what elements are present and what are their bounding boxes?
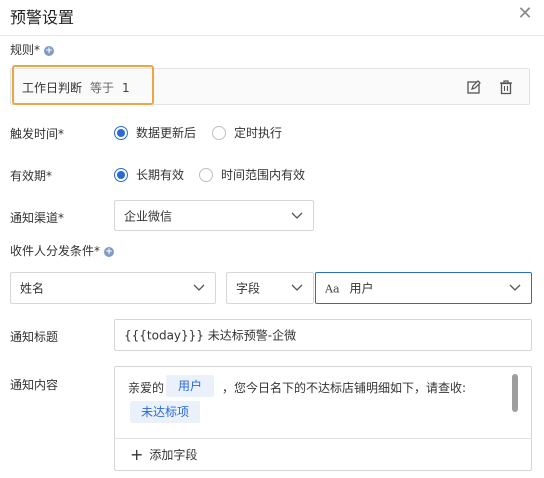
notify-content-label: 通知内容 [10, 378, 59, 392]
radio-validity-long-term[interactable]: 长期有效 [114, 166, 184, 183]
notify-title-value: {{{today}}} 未达标预警-企微 [124, 328, 297, 343]
channel-label: 通知渠道* [10, 211, 65, 225]
rule-condition: 工作日判断 等于 1 [22, 79, 130, 96]
close-icon[interactable]: ✕ [517, 5, 533, 23]
radio-unselected-icon [212, 125, 226, 140]
recipient-field-select[interactable]: 姓名 [10, 272, 216, 304]
content-body: ，您今日名下的不达标店铺明细如下，请查收: [222, 381, 467, 395]
notify-title-label: 通知标题 [10, 330, 59, 344]
trash-icon[interactable] [498, 79, 514, 95]
trigger-label: 触发时间* [10, 127, 65, 141]
channel-select[interactable]: 企业微信 [114, 200, 314, 231]
rules-label: 规则* [10, 43, 41, 57]
recipient-field-value: 姓名 [20, 281, 45, 296]
content-scrollbar[interactable] [512, 374, 518, 412]
chevron-down-icon [509, 284, 521, 291]
user-field-tag[interactable]: 用户 [166, 375, 214, 397]
rules-label-row: 规则* + [10, 41, 55, 58]
rule-field: 工作日判断 [22, 81, 83, 95]
chevron-down-icon [291, 212, 303, 219]
recipient-type-select[interactable]: 字段 [226, 272, 314, 304]
radio-trigger-after-update[interactable]: 数据更新后 [114, 124, 196, 141]
edit-icon[interactable] [466, 79, 482, 95]
radio-label: 时间范围内有效 [221, 168, 306, 182]
add-field-button[interactable]: + 添加字段 [130, 446, 197, 463]
content-greeting: 亲爱的 [128, 381, 165, 395]
dialog-title: 预警设置 [10, 8, 75, 27]
recipient-label-row: 收件人分发条件* + [10, 242, 115, 259]
radio-selected-icon [114, 167, 128, 182]
recipient-type-value: 字段 [236, 281, 261, 296]
chevron-down-icon [193, 284, 205, 291]
notify-title-input[interactable]: {{{today}}} 未达标预警-企微 [114, 319, 532, 351]
recipient-value: Aa 用户 [325, 280, 374, 297]
radio-unselected-icon [199, 167, 213, 182]
radio-label: 长期有效 [136, 168, 185, 182]
radio-label: 定时执行 [234, 126, 283, 140]
chevron-down-icon [291, 284, 303, 291]
plus-icon: + [130, 444, 144, 464]
radio-selected-icon [114, 125, 128, 140]
item-field-tag[interactable]: 未达标项 [130, 401, 200, 423]
add-field-label: 添加字段 [149, 448, 198, 462]
recipient-label: 收件人分发条件* [10, 244, 101, 258]
content-divider [114, 438, 532, 439]
add-condition-icon[interactable]: + [104, 247, 115, 257]
rule-value: 1 [122, 81, 130, 95]
validity-label: 有效期* [10, 169, 53, 183]
channel-value: 企业微信 [124, 209, 173, 223]
add-rule-icon[interactable]: + [44, 46, 55, 56]
text-type-icon: Aa [325, 282, 340, 296]
recipient-value-select[interactable]: Aa 用户 [315, 272, 532, 304]
radio-trigger-scheduled[interactable]: 定时执行 [212, 124, 282, 141]
rule-operator: 等于 [90, 81, 115, 95]
radio-validity-range[interactable]: 时间范围内有效 [199, 166, 305, 183]
recipient-value-text: 用户 [349, 281, 374, 296]
radio-label: 数据更新后 [136, 126, 197, 140]
dialog-header: 预警设置 ✕ [0, 0, 544, 36]
